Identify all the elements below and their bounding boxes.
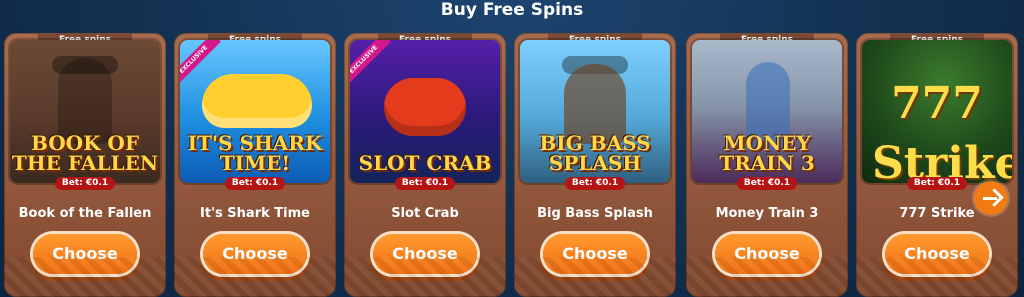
crab-illustration — [384, 78, 466, 136]
game-title: It's Shark Time — [200, 206, 310, 221]
game-logo-text: 777 Strike — [872, 78, 1012, 183]
bet-badge: Bet: €0.1 — [55, 177, 115, 190]
choose-button[interactable]: Choose — [33, 234, 137, 274]
game-title: Big Bass Splash — [537, 206, 653, 221]
exclusive-ribbon: EXCLUSIVE — [350, 40, 391, 87]
bet-badge: Bet: €0.1 — [225, 177, 285, 190]
game-card-777-strike[interactable]: Free spins 777 Strike Bet: €0.1 777 Stri… — [856, 33, 1018, 297]
game-logo-text: SLOT CRAB — [358, 151, 492, 175]
free-spins-carousel: Free spins BOOK OF THE FALLEN Bet: €0.1 … — [0, 33, 1024, 297]
game-logo-text: BIG BASS SPLASH — [539, 131, 651, 175]
chevron-right-icon[interactable] — [974, 181, 1008, 215]
game-title: Money Train 3 — [715, 206, 819, 221]
shark-illustration — [202, 74, 312, 128]
choose-button[interactable]: Choose — [715, 234, 819, 274]
bet-badge: Bet: €0.1 — [907, 177, 967, 190]
section-title: Buy Free Spins — [440, 0, 584, 20]
game-logo-text: BOOK OF THE FALLEN — [11, 131, 159, 175]
bet-badge: Bet: €0.1 — [395, 177, 455, 190]
game-card-slot-crab[interactable]: Free spins EXCLUSIVE SLOT CRAB Bet: €0.1… — [344, 33, 506, 297]
game-logo-text: IT'S SHARK TIME! — [187, 131, 323, 175]
game-thumbnail[interactable]: 777 Strike — [862, 40, 1012, 183]
choose-button[interactable]: Choose — [885, 234, 989, 274]
game-thumbnail[interactable]: EXCLUSIVE IT'S SHARK TIME! — [180, 40, 330, 183]
game-thumbnail[interactable]: EXCLUSIVE SLOT CRAB — [350, 40, 500, 183]
bet-badge: Bet: €0.1 — [737, 177, 797, 190]
game-card-its-shark-time[interactable]: Free spins EXCLUSIVE IT'S SHARK TIME! Be… — [174, 33, 336, 297]
choose-button[interactable]: Choose — [203, 234, 307, 274]
choose-button[interactable]: Choose — [373, 234, 477, 274]
game-card-money-train-3[interactable]: Free spins MONEY TRAIN 3 Bet: €0.1 Money… — [686, 33, 848, 297]
game-thumbnail[interactable]: BIG BASS SPLASH — [520, 40, 670, 183]
choose-button[interactable]: Choose — [543, 234, 647, 274]
game-card-big-bass-splash[interactable]: Free spins BIG BASS SPLASH Bet: €0.1 Big… — [514, 33, 676, 297]
game-card-book-of-the-fallen[interactable]: Free spins BOOK OF THE FALLEN Bet: €0.1 … — [4, 33, 166, 297]
game-thumbnail[interactable]: BOOK OF THE FALLEN — [10, 40, 160, 183]
bet-badge: Bet: €0.1 — [565, 177, 625, 190]
game-logo-text: MONEY TRAIN 3 — [719, 131, 815, 175]
game-title: Slot Crab — [391, 206, 459, 221]
game-thumbnail[interactable]: MONEY TRAIN 3 — [692, 40, 842, 183]
game-title: Book of the Fallen — [18, 206, 152, 221]
